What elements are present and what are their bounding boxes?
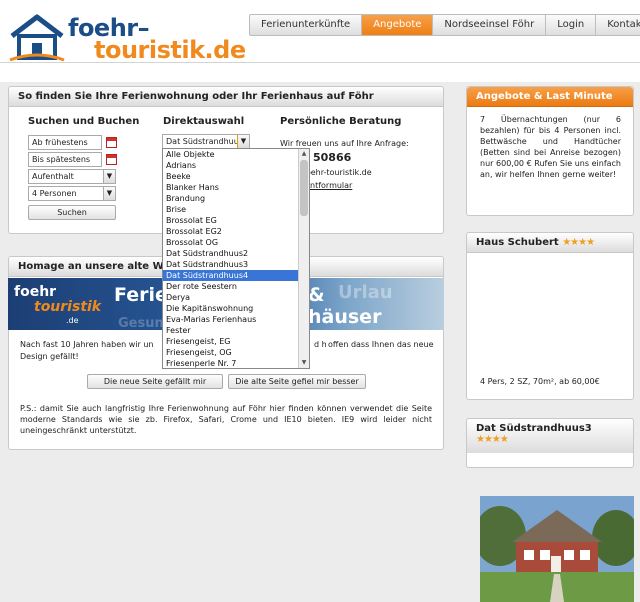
nav-login[interactable]: Login — [546, 15, 597, 35]
banner-logo-de: .de — [66, 316, 79, 325]
direct-select-title: Direktauswahl — [163, 116, 245, 127]
house-photo-illustration — [480, 496, 634, 602]
arrival-calendar-icon[interactable] — [106, 137, 117, 148]
dropdown-option[interactable]: Friesenperle Nr. 7 — [163, 358, 309, 368]
suedstrandhuus3-stars-icon: ★★★★ — [476, 434, 509, 445]
contact-form-link[interactable]: ntformular — [310, 180, 352, 191]
dropdown-option[interactable]: Brandung — [163, 193, 309, 204]
offer-text: 7 Übernachtungen (nur 6 bezahlen) für bi… — [480, 115, 621, 179]
persons-select[interactable]: 4 Personen ▼ — [28, 186, 116, 201]
scroll-down-icon[interactable]: ▼ — [299, 358, 309, 368]
property-dropdown-list[interactable]: Alle Objekte Adrians Beeke Blanker Hans Bran… — [162, 148, 310, 369]
chevron-down-icon: ▼ — [103, 170, 115, 183]
prefer-old-site-button[interactable]: Die alte Seite gefiel mir besser — [228, 374, 366, 389]
house-logo-icon — [9, 14, 65, 62]
banner-title-part2: häuser — [308, 306, 382, 328]
suedstrandhuus3-panel[interactable]: Dat Südstrandhuus3 ★★★★ — [466, 418, 634, 468]
consulting-title: Persönliche Beratung — [280, 116, 402, 127]
dropdown-option[interactable]: Eva-Marias Ferienhaus — [163, 314, 309, 325]
departure-date-input[interactable]: Bis spätestens — [28, 152, 102, 167]
nav-angebote[interactable]: Angebote — [362, 15, 434, 35]
main-nav: Ferienunterkünfte Angebote Nordseeinsel … — [249, 14, 640, 36]
header-divider — [0, 62, 640, 63]
arrival-date-input[interactable]: Ab frühestens — [28, 135, 102, 150]
house-schubert-title-bar: Haus Schubert ★★★★ — [467, 233, 633, 253]
dropdown-option[interactable]: Friesengeist, EG — [163, 336, 309, 347]
dropdown-option[interactable]: Alle Objekte — [163, 149, 309, 160]
suedstrandhuus3-title: Dat Südstrandhuus3 — [476, 423, 592, 434]
nav-nordseeinsel-foehr[interactable]: Nordseeinsel Föhr — [433, 15, 547, 35]
banner-logo-touristik: touristik — [34, 299, 102, 315]
homage-text-right: offen dass Ihnen das neue — [328, 340, 434, 349]
dropdown-option[interactable]: Blanker Hans — [163, 182, 309, 193]
house-schubert-details: 4 Pers, 2 SZ, 70m², ab 60,00€ — [480, 377, 600, 386]
chevron-down-icon: ▼ — [237, 135, 249, 148]
persons-select-value: 4 Personen — [32, 189, 77, 198]
house-schubert-stars-icon: ★★★★ — [562, 237, 595, 248]
banner-logo-foehr: foehr — [14, 284, 57, 300]
dropdown-option[interactable]: Brossolat EG2 — [163, 226, 309, 237]
dropdown-option[interactable]: Friesengeist, OG — [163, 347, 309, 358]
logo-text-touristik: touristik.de — [94, 36, 246, 64]
banner-ghost-text: Urlau — [338, 282, 393, 303]
dropdown-option[interactable]: Adrians — [163, 160, 309, 171]
house-schubert-title: Haus Schubert — [476, 237, 559, 248]
stay-select-value: Aufenthalt — [32, 172, 74, 181]
dropdown-option[interactable]: Die Kapitänswohnung — [163, 303, 309, 314]
banner-title-part1: Ferie — [114, 284, 168, 306]
dropdown-option[interactable]: Beeke — [163, 171, 309, 182]
departure-calendar-icon[interactable] — [106, 154, 117, 165]
consulting-email[interactable]: foehr-touristik.de — [303, 167, 372, 178]
site-logo[interactable]: foehr– touristik.de — [8, 12, 246, 68]
dropdown-option[interactable]: Derya — [163, 292, 309, 303]
banner-ampersand: & — [308, 284, 325, 306]
homage-text-mid: d h — [314, 340, 327, 349]
like-new-site-button[interactable]: Die neue Seite gefällt mir — [87, 374, 223, 389]
dropdown-option[interactable]: Dat Südstrandhuus4 — [163, 270, 309, 281]
dropdown-option[interactable]: Fester — [163, 325, 309, 336]
dropdown-option[interactable]: Der rote Seestern — [163, 281, 309, 292]
dropdown-option[interactable]: Brise — [163, 204, 309, 215]
dropdown-option[interactable]: Brossolat EG — [163, 215, 309, 226]
header: foehr– touristik.de Ferienunterkünfte An… — [0, 0, 640, 82]
nav-ferienunterkuenfte[interactable]: Ferienunterkünfte — [250, 15, 363, 35]
scroll-up-icon[interactable]: ▲ — [299, 149, 309, 159]
house-schubert-panel[interactable]: Haus Schubert ★★★★ — [466, 232, 634, 602]
scroll-thumb[interactable] — [300, 160, 308, 216]
ps-browser-note: P.S.: damit Sie auch langfristig Ihre Fe… — [20, 404, 432, 435]
offer-panel-title: Angebote & Last Minute — [467, 87, 633, 107]
search-book-title: Suchen und Buchen — [28, 116, 140, 127]
banner-ghost-text-2: Gesun — [118, 316, 164, 330]
house-schubert-photo[interactable] — [480, 496, 634, 602]
homage-text-line2: Design gefällt! — [20, 352, 79, 361]
consulting-phone: 50866 — [313, 151, 352, 164]
dropdown-option[interactable]: Dat Südstrandhuus2 — [163, 248, 309, 259]
search-panel-title: So finden Sie Ihre Ferienwohnung oder Ih… — [9, 87, 443, 107]
homage-text-left: Nach fast 10 Jahren haben wir un — [20, 340, 154, 349]
property-select-value: Dat Südstrandhuus4 — [166, 137, 249, 146]
chevron-down-icon: ▼ — [103, 187, 115, 200]
dropdown-option[interactable]: Brossolat OG — [163, 237, 309, 248]
stay-select[interactable]: Aufenthalt ▼ — [28, 169, 116, 184]
dropdown-scrollbar[interactable]: ▲ ▼ — [298, 149, 309, 368]
suedstrandhuus3-title-bar: Dat Südstrandhuus3 ★★★★ — [467, 419, 633, 453]
property-select[interactable]: Dat Südstrandhuus4 ▼ — [162, 134, 250, 149]
dropdown-options: Alle Objekte Adrians Beeke Blanker Hans Bran… — [163, 149, 309, 368]
nav-kontakt[interactable]: Kontakt — [596, 15, 640, 35]
search-button[interactable]: Suchen — [28, 205, 116, 220]
dropdown-option[interactable]: Dat Südstrandhuus3 — [163, 259, 309, 270]
